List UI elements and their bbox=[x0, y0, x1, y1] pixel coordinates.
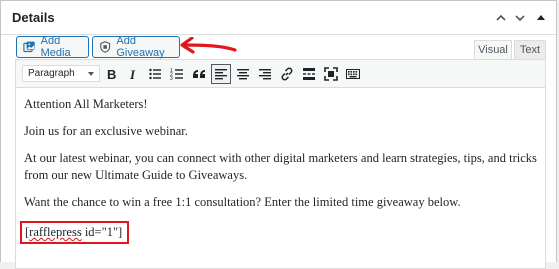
chevron-down-icon bbox=[88, 72, 94, 76]
fullscreen-icon bbox=[324, 67, 338, 81]
read-more-icon bbox=[303, 68, 315, 80]
tab-text[interactable]: Text bbox=[514, 40, 546, 59]
toolbar-toggle-button[interactable] bbox=[343, 64, 363, 84]
add-media-label: Add Media bbox=[40, 35, 71, 59]
red-arrow-annotation bbox=[180, 37, 237, 54]
align-right-icon bbox=[259, 69, 271, 80]
shortcode-name-misspelled: rafflepress bbox=[29, 225, 82, 239]
move-up-icon[interactable] bbox=[495, 12, 507, 24]
align-center-button[interactable] bbox=[233, 64, 253, 84]
align-right-button[interactable] bbox=[255, 64, 275, 84]
svg-text:I: I bbox=[129, 67, 136, 81]
content-paragraph: Attention All Marketers! bbox=[24, 97, 148, 111]
collapse-toggle-icon[interactable] bbox=[535, 12, 547, 24]
read-more-button[interactable] bbox=[299, 64, 319, 84]
content-paragraph: At our latest webinar, you can connect w… bbox=[24, 151, 537, 182]
content-paragraph: Join us for an exclusive webinar. bbox=[24, 124, 188, 138]
bulleted-list-button[interactable] bbox=[145, 64, 165, 84]
align-center-icon bbox=[237, 69, 249, 80]
bold-icon: B bbox=[107, 67, 116, 81]
blockquote-button[interactable] bbox=[189, 64, 209, 84]
panel-title: Details bbox=[12, 10, 55, 25]
bulleted-list-icon bbox=[149, 68, 161, 80]
shortcode-paragraph: [rafflepress id="1"] bbox=[20, 221, 539, 244]
add-giveaway-button[interactable]: Add Giveaway bbox=[92, 35, 180, 59]
insert-link-button[interactable] bbox=[277, 64, 297, 84]
italic-button[interactable]: I bbox=[123, 64, 143, 84]
numbered-list-icon: 1 2 3 bbox=[170, 68, 183, 81]
svg-text:B: B bbox=[107, 67, 116, 81]
tab-visual-label: Visual bbox=[478, 44, 508, 56]
align-left-button[interactable] bbox=[211, 64, 231, 84]
link-icon bbox=[281, 67, 293, 81]
editor-area: Paragraph B I 1 2 3 Attention All Market… bbox=[15, 59, 546, 269]
tab-visual[interactable]: Visual bbox=[474, 40, 512, 59]
add-media-button[interactable]: Add Media bbox=[16, 35, 89, 59]
highlighted-shortcode: [rafflepress id="1"] bbox=[20, 221, 130, 244]
align-left-icon bbox=[215, 69, 227, 80]
numbered-list-button[interactable]: 1 2 3 bbox=[167, 64, 187, 84]
keyboard-icon bbox=[346, 69, 360, 79]
italic-icon: I bbox=[129, 67, 136, 81]
rafflepress-shield-icon bbox=[100, 41, 111, 53]
panel-header: Details bbox=[1, 1, 556, 35]
add-media-icon bbox=[23, 41, 35, 53]
fullscreen-button[interactable] bbox=[321, 64, 341, 84]
format-select-value: Paragraph bbox=[28, 68, 75, 79]
svg-text:3: 3 bbox=[170, 76, 173, 81]
bold-button[interactable]: B bbox=[101, 64, 121, 84]
tab-text-label: Text bbox=[519, 44, 541, 56]
shortcode-attributes: id="1"] bbox=[81, 225, 123, 239]
blockquote-icon bbox=[193, 70, 205, 78]
content-paragraph: Want the chance to win a free 1:1 consul… bbox=[24, 195, 461, 209]
editor-toolbar: Paragraph B I 1 2 3 bbox=[16, 60, 545, 88]
paragraph-format-select[interactable]: Paragraph bbox=[22, 65, 100, 82]
details-panel: Details Add Media Add Giveaway Visual Te… bbox=[0, 0, 557, 269]
move-down-icon[interactable] bbox=[514, 12, 526, 24]
add-giveaway-label: Add Giveaway bbox=[116, 35, 165, 59]
editor-content[interactable]: Attention All Marketers! Join us for an … bbox=[20, 96, 539, 254]
